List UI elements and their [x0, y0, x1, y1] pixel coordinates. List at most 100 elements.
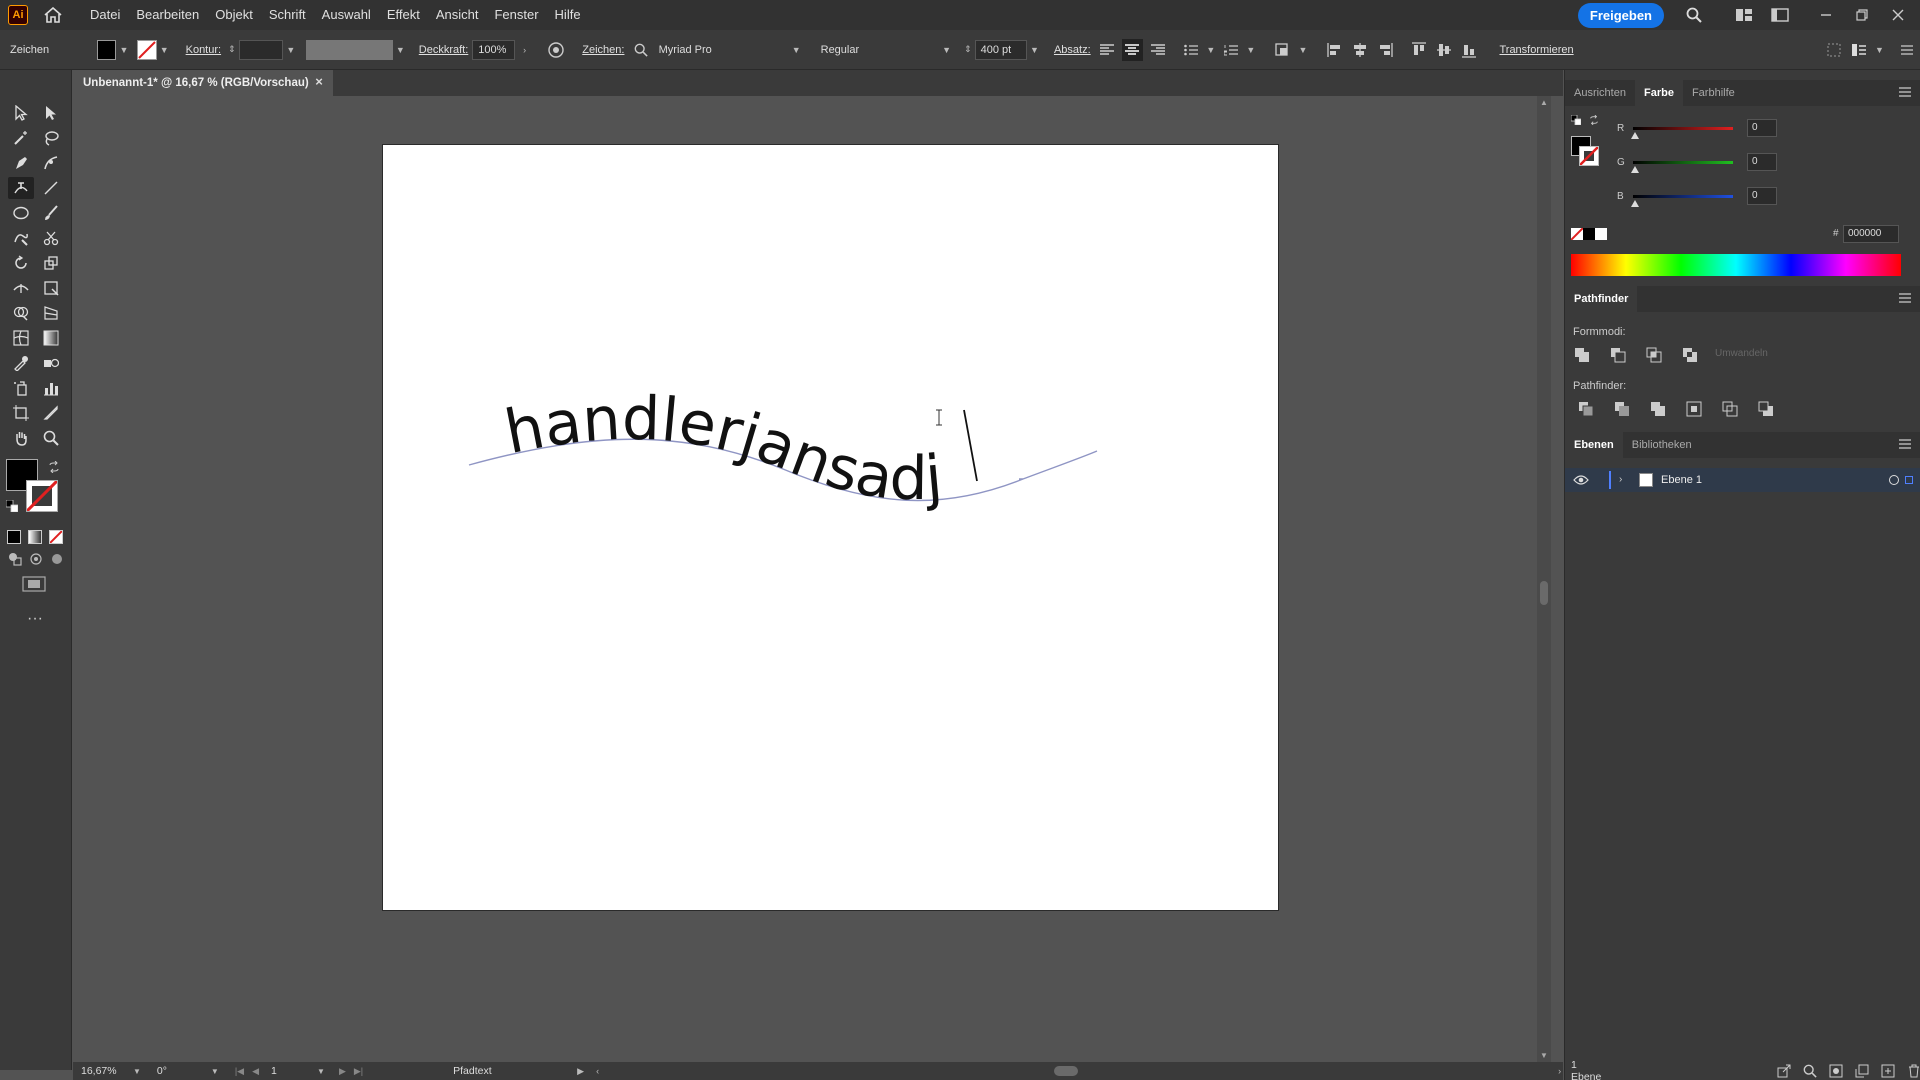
mesh-tool-icon[interactable]	[8, 327, 34, 349]
width-tool-icon[interactable]	[8, 277, 34, 299]
selection-info-field[interactable]: Pfadtext	[453, 1065, 573, 1077]
scroll-right-icon[interactable]: ›	[1558, 1066, 1561, 1076]
close-tab-icon[interactable]: ×	[311, 74, 327, 90]
path-text-graphic[interactable]: handlerjansadj	[383, 145, 1278, 910]
menu-effect[interactable]: Effekt	[379, 0, 428, 30]
merge-icon[interactable]	[1649, 400, 1667, 418]
opacity-arrow-icon[interactable]: ›	[523, 45, 526, 55]
align-right-icon[interactable]	[1147, 39, 1168, 61]
menu-view[interactable]: Ansicht	[428, 0, 487, 30]
menu-file[interactable]: Datei	[82, 0, 128, 30]
tab-color-guide[interactable]: Farbhilfe	[1683, 80, 1744, 106]
stroke-color-box[interactable]	[26, 480, 58, 512]
color-panel-swap-icon[interactable]	[1589, 114, 1599, 126]
variable-width-profile[interactable]	[306, 39, 393, 60]
perspective-grid-tool-icon[interactable]	[38, 302, 64, 324]
gradient-tool-icon[interactable]	[38, 327, 64, 349]
green-slider-handle-icon[interactable]	[1631, 166, 1639, 173]
tab-layers[interactable]: Ebenen	[1565, 432, 1623, 458]
path-text[interactable]: handlerjansadj	[499, 384, 945, 514]
artboard-dropdown-icon[interactable]: ▼	[317, 1067, 325, 1076]
close-icon[interactable]	[1884, 4, 1912, 26]
minimize-icon[interactable]	[1812, 4, 1840, 26]
stroke-swatch[interactable]	[137, 39, 157, 60]
color-panel-stroke-swatch[interactable]	[1579, 146, 1599, 166]
draw-inside-icon[interactable]	[50, 552, 64, 566]
blue-value-field[interactable]: 0	[1747, 187, 1777, 205]
previous-artboard-icon[interactable]: ◀	[252, 1066, 259, 1077]
ellipse-tool-icon[interactable]	[8, 202, 34, 224]
delete-layer-icon[interactable]	[1907, 1064, 1920, 1078]
layer-selection-square[interactable]	[1905, 476, 1913, 484]
pathfinder-menu-icon[interactable]	[1899, 292, 1913, 304]
divide-icon[interactable]	[1577, 400, 1595, 418]
transform-each-icon[interactable]	[1272, 39, 1293, 61]
rotation-dropdown-icon[interactable]: ▼	[211, 1067, 219, 1076]
document-tab[interactable]: Unbenannt-1* @ 16,67 % (RGB/Vorschau) ×	[73, 70, 333, 96]
green-slider[interactable]	[1633, 160, 1733, 164]
expand-layer-icon[interactable]: ›	[1619, 475, 1629, 485]
new-layer-icon[interactable]	[1881, 1064, 1895, 1078]
edit-toolbar-icon[interactable]: ···	[22, 610, 48, 628]
isolate-icon[interactable]	[1824, 39, 1845, 61]
blend-tool-icon[interactable]	[38, 352, 64, 374]
red-value-field[interactable]: 0	[1747, 119, 1777, 137]
font-family-field[interactable]: Myriad Pro	[653, 39, 789, 60]
export-icon[interactable]	[1777, 1064, 1791, 1078]
red-slider-handle-icon[interactable]	[1631, 132, 1639, 139]
selection-tool-icon[interactable]	[8, 102, 34, 124]
numbering-dropdown-icon[interactable]: ▼	[1246, 45, 1255, 55]
transform-link[interactable]: Transformieren	[1499, 44, 1573, 56]
align-bottom-edges-icon[interactable]	[1458, 39, 1479, 61]
fill-dropdown-icon[interactable]: ▼	[119, 45, 128, 55]
default-colors-icon[interactable]	[5, 499, 19, 513]
opacity-label[interactable]: Deckkraft:	[419, 44, 469, 56]
tab-pathfinder[interactable]: Pathfinder	[1565, 286, 1638, 312]
numbering-icon[interactable]	[1220, 39, 1241, 61]
menu-help[interactable]: Hilfe	[547, 0, 589, 30]
layer-name[interactable]: Ebene 1	[1661, 474, 1702, 486]
column-graph-tool-icon[interactable]	[38, 377, 64, 399]
align-left-edges-icon[interactable]	[1324, 39, 1345, 61]
scroll-down-icon[interactable]: ▼	[1540, 1051, 1548, 1060]
intersect-icon[interactable]	[1645, 346, 1663, 364]
menu-object[interactable]: Objekt	[207, 0, 261, 30]
exclude-icon[interactable]	[1681, 346, 1699, 364]
type-on-path-tool-icon[interactable]	[8, 177, 34, 199]
black-swatch[interactable]	[1583, 228, 1595, 240]
minus-front-icon[interactable]	[1609, 346, 1627, 364]
align-top-edges-icon[interactable]	[1408, 39, 1429, 61]
transform-each-dropdown-icon[interactable]: ▼	[1299, 45, 1308, 55]
first-artboard-icon[interactable]: |◀	[235, 1066, 244, 1077]
shaper-tool-icon[interactable]	[8, 227, 34, 249]
rotation-field[interactable]: 0°	[157, 1065, 203, 1077]
fill-swatch[interactable]	[97, 39, 117, 60]
paintbrush-tool-icon[interactable]	[38, 202, 64, 224]
red-slider[interactable]	[1633, 126, 1733, 130]
lasso-tool-icon[interactable]	[38, 127, 64, 149]
align-horizontal-centers-icon[interactable]	[1350, 39, 1371, 61]
artboard-tool-icon[interactable]	[8, 402, 34, 424]
hex-value-field[interactable]: 000000	[1843, 225, 1899, 243]
vertical-scrollbar[interactable]: ▲ ▼	[1537, 96, 1551, 1062]
rotate-tool-icon[interactable]	[8, 252, 34, 274]
arrange-icon[interactable]	[1849, 39, 1870, 61]
stroke-label[interactable]: Kontur:	[186, 44, 221, 56]
stroke-weight-field[interactable]	[238, 39, 284, 60]
hand-tool-icon[interactable]	[8, 427, 34, 449]
zoom-tool-icon[interactable]	[38, 427, 64, 449]
blue-slider-handle-icon[interactable]	[1631, 200, 1639, 207]
draw-behind-icon[interactable]	[29, 552, 43, 566]
pen-tool-icon[interactable]	[8, 152, 34, 174]
color-panel-default-icon[interactable]	[1570, 114, 1582, 126]
slice-tool-icon[interactable]	[38, 402, 64, 424]
curvature-tool-icon[interactable]	[38, 152, 64, 174]
blue-slider[interactable]	[1633, 194, 1733, 198]
align-vertical-centers-icon[interactable]	[1433, 39, 1454, 61]
draw-normal-icon[interactable]	[8, 552, 22, 566]
crop-icon[interactable]	[1685, 400, 1703, 418]
control-bar-menu-icon[interactable]	[1897, 39, 1918, 61]
recolor-icon[interactable]	[545, 39, 566, 61]
eyedropper-tool-icon[interactable]	[8, 352, 34, 374]
shape-builder-tool-icon[interactable]	[8, 302, 34, 324]
